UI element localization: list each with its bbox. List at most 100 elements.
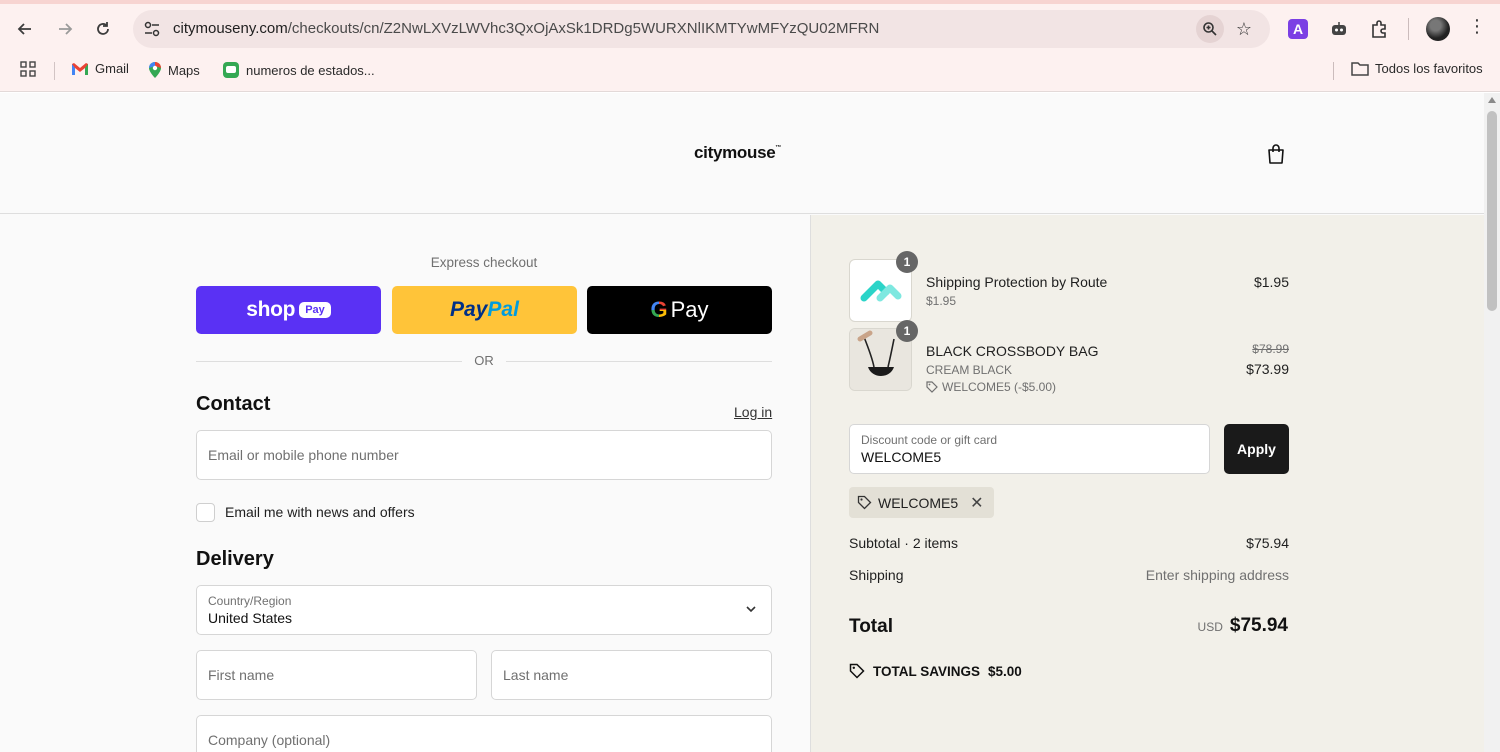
- paypal-button[interactable]: PayPal: [392, 286, 577, 334]
- item-variant: CREAM BLACK: [926, 363, 1013, 377]
- shipping-row: Shipping Enter shipping address: [849, 567, 1289, 583]
- bookmark-label: Maps: [168, 62, 200, 78]
- site-logo[interactable]: citymouse™: [694, 143, 781, 163]
- bookmarks-bar: Gmail Maps numeros de estados... Todos l…: [0, 56, 1500, 84]
- item-discount-text: WELCOME5 (-$5.00): [942, 380, 1057, 394]
- bookmark-gmail[interactable]: Gmail: [71, 61, 129, 76]
- news-offers-checkbox[interactable]: [196, 503, 215, 522]
- shop-pay-badge: Pay: [299, 302, 331, 318]
- bookmark-maps[interactable]: Maps: [148, 61, 200, 79]
- zoom-button[interactable]: [1196, 15, 1224, 43]
- shop-pay-word: shop: [246, 298, 296, 321]
- extension-a-icon[interactable]: A: [1288, 19, 1308, 39]
- subtotal-label: Subtotal · 2 items: [849, 535, 958, 551]
- browser-chrome: citymouseny.com/checkouts/cn/Z2NwLXVzLWV…: [0, 0, 1500, 92]
- applied-discount-chip: WELCOME5 ✕: [849, 487, 994, 518]
- apps-button[interactable]: [20, 61, 36, 77]
- shipping-label: Shipping: [849, 567, 904, 583]
- extensions-button[interactable]: [1367, 17, 1391, 41]
- robot-icon: [1332, 22, 1346, 35]
- last-name-field[interactable]: Last name: [491, 650, 772, 700]
- extension-robot-button[interactable]: [1327, 17, 1351, 41]
- first-name-field[interactable]: First name: [196, 650, 477, 700]
- forward-button[interactable]: [52, 16, 78, 42]
- or-divider-right: [506, 361, 772, 362]
- url-text[interactable]: citymouseny.com/checkouts/cn/Z2NwLXVzLWV…: [173, 20, 879, 37]
- or-divider-left: [196, 361, 462, 362]
- email-field[interactable]: Email or mobile phone number: [196, 430, 772, 480]
- item-discount: WELCOME5 (-$5.00): [926, 380, 1056, 394]
- profile-avatar[interactable]: [1426, 17, 1450, 41]
- shop-pay-button[interactable]: shop Pay: [196, 286, 381, 334]
- bookmark-numeros[interactable]: numeros de estados...: [222, 61, 375, 79]
- tag-icon: [926, 381, 938, 393]
- bookmark-star-button[interactable]: ☆: [1232, 17, 1256, 41]
- bookmark-label: numeros de estados...: [246, 62, 375, 78]
- checkout-page: citymouse™ Express checkout shop Pay Pay…: [0, 93, 1484, 752]
- toolbar-divider: [1408, 18, 1409, 40]
- country-select[interactable]: Country/Region United States: [196, 585, 772, 635]
- total-savings: TOTAL SAVINGS $5.00: [849, 663, 1022, 679]
- back-button[interactable]: [12, 16, 38, 42]
- tab-strip: [0, 0, 1500, 4]
- address-bar[interactable]: citymouseny.com/checkouts/cn/Z2NwLXVzLWV…: [133, 10, 1270, 48]
- total-value: $75.94: [1229, 615, 1288, 636]
- site-header: citymouse™: [0, 93, 1484, 214]
- quantity-badge: 1: [896, 251, 918, 273]
- discount-code-field[interactable]: Discount code or gift card WELCOME5: [849, 424, 1210, 474]
- site-settings-icon[interactable]: [143, 20, 161, 38]
- scroll-up-arrow-icon[interactable]: [1488, 97, 1496, 103]
- tag-icon: [857, 495, 872, 510]
- remove-discount-icon[interactable]: ✕: [970, 493, 983, 513]
- arrow-right-icon: [59, 23, 73, 35]
- item-price: $73.99: [1246, 361, 1289, 377]
- gmail-icon: [72, 62, 88, 75]
- express-checkout-label: Express checkout: [430, 255, 538, 270]
- bookmarks-separator: [54, 62, 55, 80]
- folder-icon: [1351, 62, 1369, 76]
- google-pay-word: Pay: [670, 297, 709, 322]
- shipping-value: Enter shipping address: [1145, 567, 1289, 583]
- star-icon: ☆: [1235, 18, 1253, 39]
- browser-menu-button[interactable]: ⋮: [1468, 16, 1486, 37]
- item-price: $1.95: [1253, 274, 1289, 290]
- bookmarks-divider: [1333, 62, 1334, 80]
- all-bookmarks-label: Todos los favoritos: [1375, 61, 1483, 76]
- news-offers-label[interactable]: Email me with news and offers: [225, 504, 415, 520]
- paypal-logo: PayPal: [450, 298, 519, 322]
- scrollbar-thumb[interactable]: [1487, 111, 1497, 311]
- order-summary: 1 Shipping Protection by Route $1.95 $1.…: [810, 215, 1484, 752]
- total-label: Total: [849, 616, 893, 637]
- page-scrollbar[interactable]: [1484, 93, 1500, 752]
- apply-discount-button[interactable]: Apply: [1224, 424, 1289, 474]
- company-field[interactable]: Company (optional): [196, 715, 772, 752]
- last-name-placeholder: Last name: [503, 667, 569, 683]
- company-placeholder: Company (optional): [208, 732, 331, 748]
- tag-icon: [849, 663, 865, 679]
- chat-icon: [223, 62, 239, 78]
- shopping-bag-icon[interactable]: [1266, 143, 1286, 165]
- country-label: Country/Region: [208, 594, 292, 608]
- total-currency: USD: [1197, 620, 1223, 634]
- url-host: citymouseny.com: [173, 20, 288, 37]
- item-original-price: $78.99: [1252, 342, 1289, 356]
- google-pay-button[interactable]: G Pay: [587, 286, 772, 334]
- or-divider-text: OR: [474, 353, 494, 368]
- savings-value: $5.00: [988, 663, 1022, 679]
- line-item: 1 Shipping Protection by Route $1.95 $1.…: [849, 251, 1289, 323]
- logo-text: citymouse: [694, 143, 776, 162]
- applied-discount-code: WELCOME5: [878, 494, 959, 511]
- reload-button[interactable]: [90, 16, 116, 42]
- all-bookmarks-button[interactable]: Todos los favoritos: [1351, 61, 1483, 76]
- reload-icon: [97, 22, 109, 35]
- first-name-placeholder: First name: [208, 667, 275, 683]
- paypal-logo-b: Pal: [487, 298, 519, 321]
- bookmark-label: Gmail: [95, 61, 129, 76]
- checkout-form: Express checkout shop Pay PayPal G Pay O…: [0, 215, 810, 752]
- apps-grid-icon: [20, 61, 36, 77]
- total-amount: USD $75.94: [1198, 615, 1288, 637]
- country-value: United States: [208, 610, 293, 626]
- logo-trademark: ™: [775, 145, 782, 151]
- login-link[interactable]: Log in: [734, 404, 772, 420]
- kebab-menu-icon: ⋮: [1468, 16, 1486, 36]
